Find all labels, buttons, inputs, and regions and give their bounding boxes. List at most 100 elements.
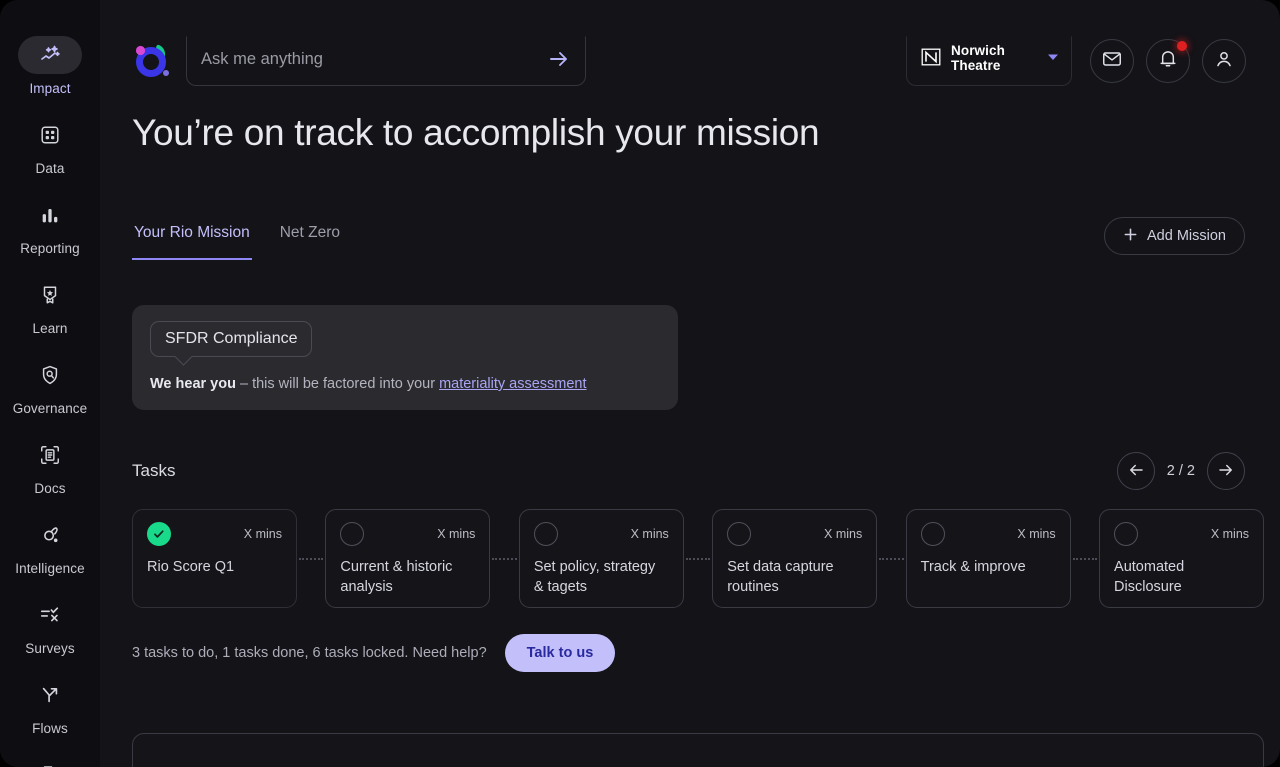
task-duration: X mins: [824, 527, 862, 541]
tasks-title: Tasks: [132, 461, 175, 481]
top-header: Norwich Theatre: [100, 0, 1280, 100]
arrow-right-icon[interactable]: [547, 47, 585, 75]
org-name: Norwich Theatre: [951, 44, 1005, 73]
tasks-pager: 2 / 2: [1117, 452, 1245, 490]
task-status-circle-icon: [1114, 522, 1138, 546]
tab-your-rio-mission[interactable]: Your Rio Mission: [132, 224, 252, 260]
arrow-left-icon: [1127, 461, 1145, 482]
norwich-monogram-icon: [919, 45, 943, 74]
sidebar-item-tasks[interactable]: Tasks: [0, 750, 100, 767]
page-title: You’re on track to accomplish your missi…: [132, 112, 1280, 154]
sidebar-item-label: Reporting: [20, 241, 79, 256]
insight-card: SFDR Compliance We hear you – this will …: [132, 305, 678, 410]
sidebar-item-label: Impact: [29, 81, 70, 96]
sidebar: Impact Data Re: [0, 0, 100, 767]
bar-chart-icon: [39, 204, 61, 226]
sidebar-item-reporting[interactable]: Reporting: [0, 190, 100, 260]
mail-icon: [1101, 48, 1123, 75]
pager-next-button[interactable]: [1207, 452, 1245, 490]
bell-icon: [1157, 48, 1179, 75]
task-card[interactable]: X mins Current & historic analysis: [325, 509, 490, 608]
tasks-header: Tasks 2 / 2: [132, 452, 1245, 490]
task-status-circle-icon: [340, 522, 364, 546]
org-name-line2: Theatre: [951, 59, 1005, 74]
insight-body: – this will be factored into your: [236, 376, 439, 392]
task-card[interactable]: X mins Track & improve: [906, 509, 1071, 608]
user-icon: [1213, 48, 1235, 75]
tasks-summary: 3 tasks to do, 1 tasks done, 6 tasks loc…: [132, 645, 487, 661]
main-content: You’re on track to accomplish your missi…: [132, 112, 1280, 767]
task-card[interactable]: X mins Rio Score Q1: [132, 509, 297, 608]
task-label: Set data capture routines: [727, 557, 862, 597]
bottom-panel: [132, 733, 1264, 767]
task-label: Rio Score Q1: [147, 557, 282, 577]
task-card[interactable]: X mins Set policy, strategy & tagets: [519, 509, 684, 608]
task-status-circle-icon: [534, 522, 558, 546]
task-connector: [492, 558, 516, 560]
chevron-down-icon[interactable]: [1045, 49, 1061, 70]
sidebar-item-intelligence[interactable]: Intelligence: [0, 510, 100, 580]
sidebar-item-label: Docs: [34, 481, 65, 496]
atom-icon: [39, 524, 61, 546]
task-duration: X mins: [631, 527, 669, 541]
profile-button[interactable]: [1202, 39, 1246, 83]
org-name-line1: Norwich: [951, 44, 1005, 59]
insight-lead: We hear you: [150, 376, 236, 392]
mail-button[interactable]: [1090, 39, 1134, 83]
task-card[interactable]: X mins Automated Disclosure: [1099, 509, 1264, 608]
arrow-right-icon: [1217, 461, 1235, 482]
task-connector: [686, 558, 710, 560]
talk-to-us-button[interactable]: Talk to us: [505, 634, 616, 672]
sidebar-item-label: Learn: [32, 321, 67, 336]
sidebar-item-impact[interactable]: Impact: [0, 30, 100, 100]
sidebar-item-docs[interactable]: Docs: [0, 430, 100, 500]
task-card[interactable]: X mins Set data capture routines: [712, 509, 877, 608]
pager-prev-button[interactable]: [1117, 452, 1155, 490]
document-scan-icon: [39, 444, 61, 466]
task-connector: [879, 558, 903, 560]
pager-count: 2 / 2: [1167, 463, 1195, 479]
sidebar-item-governance[interactable]: Governance: [0, 350, 100, 420]
sidebar-item-label: Flows: [32, 721, 68, 736]
task-label: Track & improve: [921, 557, 1056, 577]
grid-icon: [39, 124, 61, 146]
task-status-circle-icon: [921, 522, 945, 546]
task-connector: [299, 558, 323, 560]
sidebar-item-surveys[interactable]: Surveys: [0, 590, 100, 660]
sidebar-item-label: Surveys: [25, 641, 74, 656]
sidebar-item-label: Governance: [13, 401, 88, 416]
app-window: Impact Data Re: [0, 0, 1280, 767]
tab-net-zero[interactable]: Net Zero: [280, 224, 340, 260]
sidebar-item-learn[interactable]: Learn: [0, 270, 100, 340]
insight-chip[interactable]: SFDR Compliance: [150, 321, 312, 357]
sidebar-item-data[interactable]: Data: [0, 110, 100, 180]
search-input[interactable]: [187, 50, 547, 73]
task-label: Automated Disclosure: [1114, 557, 1249, 597]
sidebar-item-flows[interactable]: Flows: [0, 670, 100, 740]
add-mission-button[interactable]: Add Mission: [1104, 217, 1245, 255]
add-mission-label: Add Mission: [1147, 228, 1226, 244]
branch-arrow-icon: [39, 684, 61, 706]
task-status-check-icon: [147, 522, 171, 546]
task-status-circle-icon: [727, 522, 751, 546]
sidebar-item-label: Data: [36, 161, 65, 176]
mission-tabs: Your Rio Mission Net Zero: [132, 224, 1132, 260]
task-duration: X mins: [437, 527, 475, 541]
sidebar-item-label: Intelligence: [15, 561, 85, 576]
plus-icon: [1123, 227, 1138, 246]
task-label: Set policy, strategy & tagets: [534, 557, 669, 597]
rio-logo: [128, 36, 176, 84]
tasks-footer: 3 tasks to do, 1 tasks done, 6 tasks loc…: [132, 634, 615, 672]
task-duration: X mins: [1211, 527, 1249, 541]
insight-text: We hear you – this will be factored into…: [150, 376, 660, 392]
org-switcher[interactable]: Norwich Theatre: [906, 36, 1072, 86]
award-badge-icon: [39, 284, 61, 306]
materiality-assessment-link[interactable]: materiality assessment: [439, 376, 586, 392]
task-strip: X mins Rio Score Q1 X mins Current & his…: [132, 509, 1264, 608]
search-box[interactable]: [186, 36, 586, 86]
task-duration: X mins: [244, 527, 282, 541]
checklist-icon: [39, 604, 61, 626]
task-duration: X mins: [1017, 527, 1055, 541]
notifications-button[interactable]: [1146, 39, 1190, 83]
task-connector: [1073, 558, 1097, 560]
